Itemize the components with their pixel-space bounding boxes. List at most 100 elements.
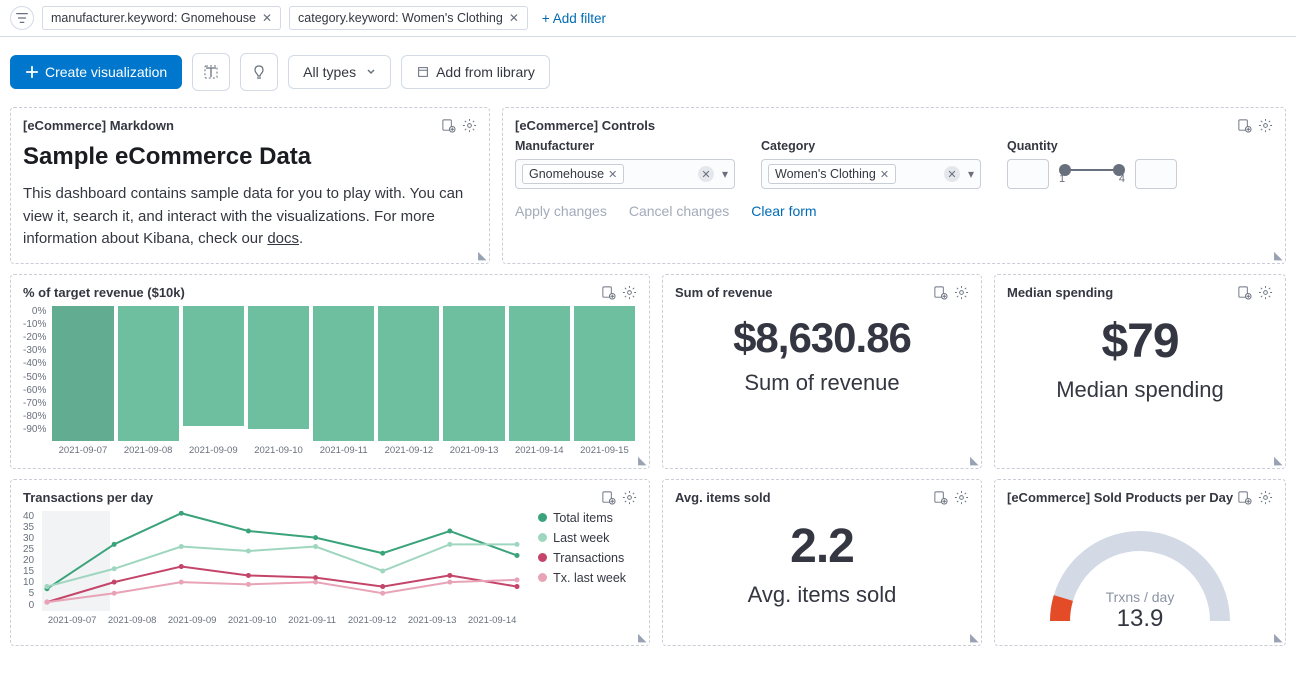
panel-settings-icon[interactable] xyxy=(954,490,969,505)
all-types-selector[interactable]: All types xyxy=(288,55,391,89)
bar xyxy=(313,306,374,441)
filter-bar: manufacturer.keyword: Gnomehouse ✕ categ… xyxy=(0,0,1296,37)
clear-combobox-icon[interactable]: ✕ xyxy=(698,166,714,182)
resize-handle[interactable]: ◢ xyxy=(638,631,646,644)
panel-settings-icon[interactable] xyxy=(1258,285,1273,300)
panel-create-drilldown-icon[interactable] xyxy=(441,118,456,133)
panel-create-drilldown-icon[interactable] xyxy=(601,285,616,300)
bar xyxy=(574,306,635,441)
chevron-down-icon[interactable]: ▾ xyxy=(968,167,974,181)
panel-create-drilldown-icon[interactable] xyxy=(933,490,948,505)
markdown-body: This dashboard contains sample data for … xyxy=(23,183,477,251)
panel-create-drilldown-icon[interactable] xyxy=(1237,118,1252,133)
docs-link[interactable]: docs xyxy=(267,230,299,247)
filter-menu-button[interactable] xyxy=(10,6,34,30)
line-chart-legend: Total items Last week Transactions Tx. l… xyxy=(538,511,638,626)
filter-pill-manufacturer[interactable]: manufacturer.keyword: Gnomehouse ✕ xyxy=(42,6,281,30)
remove-tag-icon[interactable]: ✕ xyxy=(608,168,617,181)
quantity-min-input[interactable] xyxy=(1007,159,1049,189)
combobox-tag[interactable]: Women's Clothing ✕ xyxy=(768,164,896,184)
panel-settings-icon[interactable] xyxy=(1258,490,1273,505)
panel-settings-icon[interactable] xyxy=(1258,118,1273,133)
panel-create-drilldown-icon[interactable] xyxy=(601,490,616,505)
resize-handle[interactable]: ◢ xyxy=(1274,631,1282,644)
panel-settings-icon[interactable] xyxy=(622,490,637,505)
markdown-heading: Sample eCommerce Data xyxy=(23,143,477,171)
filter-pill-category[interactable]: category.keyword: Women's Clothing ✕ xyxy=(289,6,528,30)
line-chart-x-axis: 2021-09-072021-09-082021-09-092021-09-10… xyxy=(42,615,522,626)
legend-item: Total items xyxy=(553,511,613,525)
quantity-slider[interactable]: 1 4 xyxy=(1059,163,1125,185)
panel-sold-products-per-day: [eCommerce] Sold Products per Day Trxns … xyxy=(994,479,1286,646)
selector-label: All types xyxy=(303,64,356,80)
panel-markdown: [eCommerce] Markdown Sample eCommerce Da… xyxy=(10,107,490,264)
bar xyxy=(183,306,244,441)
panel-create-drilldown-icon[interactable] xyxy=(1237,490,1252,505)
slider-thumb-max[interactable] xyxy=(1113,164,1125,176)
panel-settings-icon[interactable] xyxy=(462,118,477,133)
filter-pill-label: manufacturer.keyword: Gnomehouse xyxy=(51,11,256,25)
line-chart-y-axis: 4035302520151050 xyxy=(23,511,36,611)
remove-filter-icon[interactable]: ✕ xyxy=(262,11,272,25)
gauge-value: 13.9 xyxy=(1117,605,1164,633)
remove-filter-icon[interactable]: ✕ xyxy=(509,11,519,25)
clear-form-button[interactable]: Clear form xyxy=(751,203,816,219)
combobox-tag[interactable]: Gnomehouse ✕ xyxy=(522,164,624,184)
panel-settings-icon[interactable] xyxy=(954,285,969,300)
resize-handle[interactable]: ◢ xyxy=(1274,249,1282,262)
control-quantity: Quantity 1 4 xyxy=(1007,139,1177,189)
add-from-library-button[interactable]: Add from library xyxy=(401,55,550,89)
apply-changes-button[interactable]: Apply changes xyxy=(515,203,607,219)
bar-chart: 0%-10%-20%-30%-40%-50%-60%-70%-80%-90% 2… xyxy=(23,306,637,456)
metric-label: Sum of revenue xyxy=(675,370,969,396)
control-manufacturer: Manufacturer Gnomehouse ✕ ✕ ▾ xyxy=(515,139,735,189)
panel-title: Transactions per day xyxy=(23,490,153,505)
slider-thumb-min[interactable] xyxy=(1059,164,1071,176)
metric-value: $79 xyxy=(1007,314,1273,369)
metric-label: Avg. items sold xyxy=(675,582,969,608)
filter-pill-label: category.keyword: Women's Clothing xyxy=(298,11,503,25)
legend-item: Last week xyxy=(553,531,609,545)
category-combobox[interactable]: Women's Clothing ✕ ✕ ▾ xyxy=(761,159,981,189)
remove-tag-icon[interactable]: ✕ xyxy=(880,168,889,181)
resize-handle[interactable]: ◢ xyxy=(478,249,486,262)
bar xyxy=(443,306,504,441)
panel-controls: [eCommerce] Controls Manufacturer Gnomeh… xyxy=(502,107,1286,264)
chevron-down-icon[interactable]: ▾ xyxy=(722,167,728,181)
resize-handle[interactable]: ◢ xyxy=(970,631,978,644)
control-label: Quantity xyxy=(1007,139,1177,153)
panel-sum-revenue: Sum of revenue $8,630.86 Sum of revenue … xyxy=(662,274,982,469)
panel-title: Median spending xyxy=(1007,285,1113,300)
bar-chart-x-axis: 2021-09-072021-09-082021-09-092021-09-10… xyxy=(50,445,637,456)
bar xyxy=(52,306,113,441)
button-label: Add from library xyxy=(436,64,535,80)
clear-combobox-icon[interactable]: ✕ xyxy=(944,166,960,182)
dashboard-toolbar: Create visualization All types Add from … xyxy=(0,37,1296,107)
line-chart xyxy=(42,511,522,611)
button-label: Create visualization xyxy=(45,64,167,80)
panel-title: Avg. items sold xyxy=(675,490,771,505)
metric-value: $8,630.86 xyxy=(675,314,969,362)
control-label: Category xyxy=(761,139,981,153)
panel-title: Sum of revenue xyxy=(675,285,773,300)
panel-settings-icon[interactable] xyxy=(622,285,637,300)
add-filter-link[interactable]: + Add filter xyxy=(536,11,606,26)
resize-handle[interactable]: ◢ xyxy=(970,454,978,467)
panel-create-drilldown-icon[interactable] xyxy=(1237,285,1252,300)
image-tool-button[interactable] xyxy=(240,53,278,91)
panel-median-spending: Median spending $79 Median spending ◢ xyxy=(994,274,1286,469)
text-tool-button[interactable] xyxy=(192,53,230,91)
create-visualization-button[interactable]: Create visualization xyxy=(10,55,182,89)
legend-item: Transactions xyxy=(553,551,624,565)
quantity-max-input[interactable] xyxy=(1135,159,1177,189)
cancel-changes-button[interactable]: Cancel changes xyxy=(629,203,729,219)
manufacturer-combobox[interactable]: Gnomehouse ✕ ✕ ▾ xyxy=(515,159,735,189)
resize-handle[interactable]: ◢ xyxy=(1274,454,1282,467)
bar xyxy=(378,306,439,441)
panel-create-drilldown-icon[interactable] xyxy=(933,285,948,300)
bar xyxy=(248,306,309,441)
panel-title: [eCommerce] Sold Products per Day xyxy=(1007,490,1233,505)
panel-title: [eCommerce] Controls xyxy=(515,118,655,133)
legend-item: Tx. last week xyxy=(553,571,626,585)
resize-handle[interactable]: ◢ xyxy=(638,454,646,467)
